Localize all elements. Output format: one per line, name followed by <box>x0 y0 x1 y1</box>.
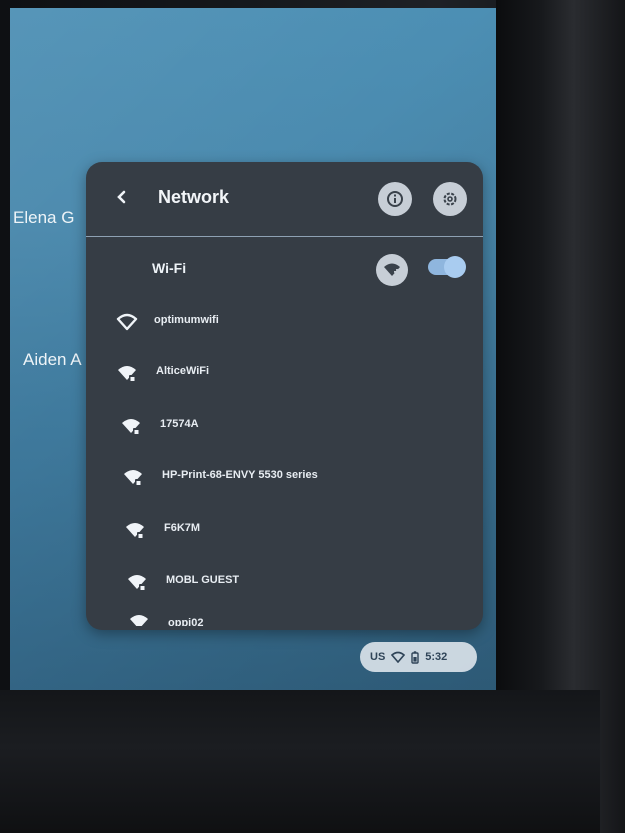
network-item[interactable]: 17574A <box>86 412 483 442</box>
clock: 5:32 <box>425 651 448 663</box>
monitor-bezel-bottom <box>0 690 600 833</box>
network-item[interactable]: MOBL GUEST <box>86 568 483 598</box>
battery-icon <box>411 650 419 664</box>
wifi-secured-icon <box>128 575 146 591</box>
wifi-icon <box>391 651 406 663</box>
settings-button[interactable] <box>433 182 467 216</box>
toggle-knob <box>444 256 466 278</box>
info-button[interactable] <box>378 182 412 216</box>
info-icon <box>387 191 403 207</box>
network-item[interactable]: oppi02 <box>86 608 483 626</box>
wifi-add-icon <box>384 263 400 276</box>
panel-title: Network <box>158 187 230 207</box>
network-item[interactable]: F6K7M <box>86 516 483 546</box>
chevron-left-icon <box>117 190 126 204</box>
wifi-secured-icon <box>124 470 142 486</box>
wifi-secured-icon <box>130 615 148 626</box>
network-item[interactable]: optimumwifi <box>86 308 483 338</box>
network-panel: Network Wi-Fi optimumwifi AlticeWiFi 175… <box>86 162 483 630</box>
locale-indicator: US <box>370 651 386 663</box>
user-pod-name[interactable]: Aiden A <box>23 350 82 370</box>
wifi-secured-icon <box>118 366 136 382</box>
wifi-toggle[interactable] <box>428 256 466 278</box>
add-network-button[interactable] <box>376 254 408 286</box>
wifi-secured-icon <box>122 419 140 435</box>
wifi-row: Wi-Fi <box>86 248 483 288</box>
chromeos-login-screen: Elena G Aiden A Network Wi-Fi optimumwif… <box>10 8 496 690</box>
panel-header: Network <box>86 162 483 237</box>
user-pod-name[interactable]: Elena G <box>13 208 74 228</box>
network-item[interactable]: HP-Print-68-ENVY 5530 series <box>86 463 483 493</box>
status-tray[interactable]: US 5:32 <box>360 642 477 672</box>
wifi-label: Wi-Fi <box>152 260 187 276</box>
gear-icon <box>443 192 457 206</box>
wifi-secured-icon <box>126 523 144 539</box>
wifi-open-icon <box>116 313 138 331</box>
network-item[interactable]: AlticeWiFi <box>86 359 483 389</box>
back-button[interactable] <box>110 186 134 210</box>
